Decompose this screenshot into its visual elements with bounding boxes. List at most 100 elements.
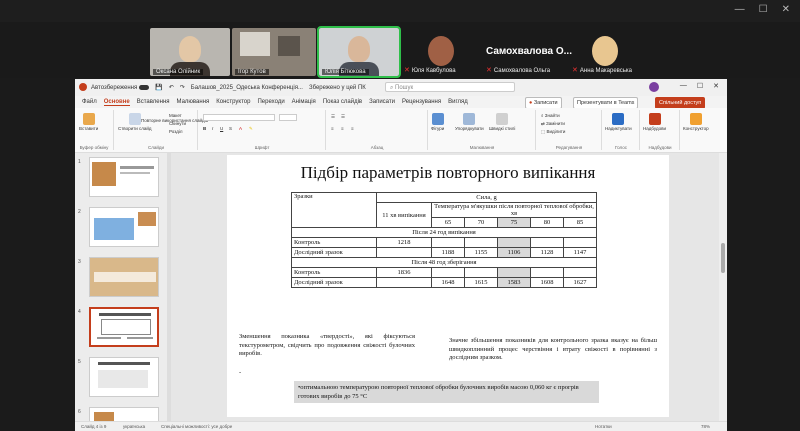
autosave-label: Автозбереження (91, 84, 138, 91)
slide-thumbnail-4[interactable] (89, 307, 159, 347)
menu-transitions[interactable]: Переходи (257, 99, 284, 105)
addins-button[interactable]: Надбудови (643, 113, 666, 131)
participant-tile-active[interactable]: Юлія Бітюкова (317, 26, 401, 78)
avatar (592, 36, 618, 66)
table-row: Контроль 1218 (291, 237, 597, 248)
align-center-icon[interactable]: ≡ (341, 126, 344, 131)
select-icon: ⬚ (541, 129, 546, 134)
bullets-icon[interactable]: ☰ (331, 114, 335, 120)
table-row: Контроль 1836 (291, 267, 597, 278)
slide-thumbnail-1[interactable] (89, 157, 159, 197)
accessibility-status[interactable]: Спеціальні можливості: усе добре (161, 424, 232, 429)
thumb-number: 6 (78, 409, 81, 415)
participant-tile[interactable]: Оксана Олійник (150, 28, 230, 76)
participant-name: Юлія Бітюкова (322, 69, 369, 75)
minimize-icon[interactable]: — (680, 82, 687, 90)
window-controls: — ☐ ✕ (680, 82, 719, 90)
menu-design[interactable]: Конструктор (216, 99, 250, 105)
powerpoint-logo-icon (79, 83, 87, 91)
menu-view[interactable]: Вигляд (448, 99, 468, 105)
participant-video (348, 36, 370, 62)
quick-styles-button[interactable]: Швидкі стилі (489, 113, 515, 131)
designer-button[interactable]: Конструктор (683, 113, 709, 131)
table-temp: 80 (530, 217, 564, 228)
slide-thumbnail-2[interactable] (89, 207, 159, 247)
current-slide[interactable]: Підбір параметрів повторного випікання З… (227, 155, 669, 417)
shapes-button[interactable]: Фігури (431, 113, 444, 131)
group-drawing: Фігури Упорядкувати Швидкі стилі Малюван… (429, 110, 536, 150)
mic-muted-icon: ✕ (486, 67, 492, 74)
slide-thumbnail-3[interactable] (89, 257, 159, 297)
window-controls: — ☐ ✕ (735, 4, 790, 15)
minimize-icon[interactable]: — (735, 4, 745, 15)
font-size-field[interactable] (279, 114, 297, 121)
slide-thumbnails-pane: 1 2 3 4 5 6 (75, 153, 167, 431)
mic-muted-icon: ✕ (572, 67, 578, 74)
paste-icon (82, 113, 95, 125)
close-icon[interactable]: ✕ (713, 82, 719, 90)
menu-record[interactable]: Записати (369, 99, 395, 105)
shapes-icon (431, 113, 444, 125)
replace-button[interactable]: ⇄ Замінити (541, 121, 565, 127)
close-icon[interactable]: ✕ (782, 4, 790, 15)
numbering-icon[interactable]: ☰ (341, 114, 345, 120)
menu-draw[interactable]: Малювання (177, 99, 210, 105)
bold-icon[interactable]: B (203, 126, 206, 131)
menu-animations[interactable]: Анімація (292, 99, 316, 105)
paste-button[interactable]: Вставити (79, 113, 98, 131)
save-icon[interactable]: 💾 (155, 84, 162, 91)
font-color-icon[interactable]: A (239, 126, 242, 131)
participant-tile[interactable]: Самохвалова О... ✕ Самохвалова Ольга (486, 28, 572, 76)
slide-scrollbar[interactable] (719, 153, 727, 421)
font-name-field[interactable] (203, 114, 275, 121)
slide-thumbnail-5[interactable] (89, 357, 159, 397)
language-status[interactable]: українська (123, 424, 145, 429)
strikethrough-icon[interactable]: S (229, 126, 232, 131)
user-avatar[interactable] (649, 82, 659, 92)
save-status[interactable]: Збережено у цей ПК (309, 85, 366, 91)
table-temp: 75 (497, 217, 531, 228)
reset-button[interactable]: Скинути (169, 121, 186, 126)
maximize-icon[interactable]: ☐ (759, 4, 768, 15)
addins-icon (648, 113, 661, 125)
slide-counter: Слайд 4 із 9 (81, 424, 107, 429)
participant-tile[interactable]: ✕ Юля Кавбулова (404, 28, 480, 76)
data-table: Зразки Сила, g 11 хв випікання Температу… (291, 192, 597, 288)
zoom-top-bar: — ☐ ✕ (0, 0, 800, 22)
participant-video (179, 36, 201, 62)
menu-slideshow[interactable]: Показ слайдів (323, 99, 362, 105)
italic-icon[interactable]: I (212, 126, 213, 131)
undo-icon[interactable]: ↶ (169, 84, 174, 91)
new-slide-icon (128, 113, 141, 125)
find-button[interactable]: ⌕ Знайти (541, 113, 560, 118)
quick-styles-icon (496, 113, 509, 125)
designer-icon (689, 113, 702, 125)
zoom-level[interactable]: 78% (701, 424, 710, 429)
highlight-icon[interactable]: ✎ (249, 126, 253, 132)
maximize-icon[interactable]: ☐ (697, 82, 703, 90)
menu-insert[interactable]: Вставлення (137, 99, 170, 105)
participant-tile[interactable]: Ігор Кутов (232, 28, 316, 76)
align-left-icon[interactable]: ≡ (331, 126, 334, 131)
menu-home[interactable]: Основне (103, 99, 130, 106)
menu-file[interactable]: Файл (82, 99, 97, 105)
mic-muted-icon: ✕ (404, 67, 410, 74)
participant-tile[interactable]: ✕ Анна Макаревська (572, 28, 648, 76)
autosave-toggle[interactable] (139, 85, 150, 90)
redo-icon[interactable]: ↷ (180, 84, 185, 91)
table-header-11min: 11 хв випікання (376, 202, 432, 228)
arrange-button[interactable]: Упорядкувати (455, 113, 484, 131)
underline-icon[interactable]: U (220, 126, 223, 131)
select-button[interactable]: ⬚ Виділити (541, 129, 565, 135)
participant-name: Ігор Кутов (235, 69, 269, 75)
align-right-icon[interactable]: ≡ (351, 126, 354, 131)
conclusion-note: •оптимальною температурою повторної тепл… (294, 381, 599, 403)
layout-button[interactable]: Макет (169, 113, 182, 118)
table-temp: 85 (563, 217, 597, 228)
dictate-button[interactable]: Надиктувати (605, 113, 632, 131)
notes-button[interactable]: Нотатки (595, 424, 612, 429)
search-icon: ⌕ (541, 113, 544, 118)
search-input[interactable]: ⌕ Пошук (385, 82, 515, 92)
section-button[interactable]: Розділ (169, 129, 182, 134)
menu-review[interactable]: Рецензування (402, 99, 441, 105)
